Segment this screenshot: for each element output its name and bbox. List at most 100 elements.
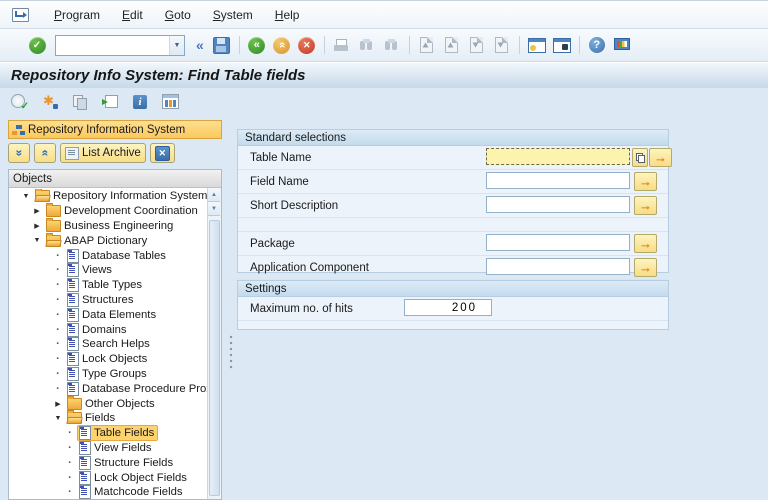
tree-item[interactable]: · Structure Fields [9, 455, 207, 470]
tree-item[interactable]: · Structures [9, 292, 207, 308]
tree-item-content[interactable]: Repository Information System [34, 189, 207, 203]
tree-item[interactable]: ▼ Repository Information System [9, 189, 207, 204]
tree-item-content[interactable]: Data Elements [66, 307, 159, 322]
tree-item[interactable]: ▶ Development Coordination [9, 203, 207, 219]
collapse-node-icon[interactable]: ▼ [53, 415, 63, 422]
tree-item-content[interactable]: Lock Object Fields [78, 470, 190, 485]
tree-item-content[interactable]: Structure Fields [78, 455, 176, 470]
tree-item[interactable]: ▼ Fields [9, 410, 207, 426]
menu-program[interactable]: Program [43, 8, 111, 22]
get-variant-button[interactable] [39, 90, 61, 114]
cancel-button[interactable] [296, 33, 318, 57]
tree-item-content[interactable]: Domains [66, 322, 130, 337]
short-description-input[interactable] [486, 196, 630, 213]
multiple-selection-button[interactable]: → [634, 258, 657, 277]
panel-header[interactable]: Repository Information System [8, 120, 222, 139]
max-hits-input[interactable] [404, 299, 492, 316]
tree-item[interactable]: · Data Elements [9, 307, 207, 322]
tree-scrollbar[interactable]: ▲ ▼ [207, 188, 221, 499]
tree-item[interactable]: ▶ Other Objects [9, 395, 207, 411]
table-name-input[interactable] [486, 148, 630, 165]
customize-layout-button[interactable] [611, 33, 633, 57]
tree-item-content[interactable]: Structures [66, 292, 136, 307]
tree-item[interactable]: · Lock Objects [9, 352, 207, 367]
display-frame-button[interactable] [99, 90, 121, 114]
enter-button[interactable] [26, 33, 48, 57]
exit-button[interactable] [271, 33, 293, 57]
field-name-input[interactable] [486, 172, 630, 189]
next-page-button[interactable] [466, 33, 488, 57]
tree-item-content[interactable]: Type Groups [66, 366, 150, 381]
print-button[interactable] [331, 33, 353, 57]
tree-item-content[interactable]: Database Tables [66, 248, 169, 263]
save-button[interactable] [211, 33, 233, 57]
tree-item-content[interactable]: Development Coordination [45, 203, 201, 218]
tree-item-content[interactable]: Business Engineering [45, 217, 176, 232]
menu-goto[interactable]: Goto [154, 8, 202, 22]
tree-item[interactable]: · Search Helps [9, 337, 207, 352]
table-columns-button[interactable] [159, 90, 181, 114]
execute-button[interactable] [9, 90, 31, 114]
last-page-button[interactable] [491, 33, 513, 57]
new-session-button[interactable] [526, 33, 548, 57]
expand-all-button[interactable] [8, 143, 30, 163]
package-input[interactable] [486, 234, 630, 251]
tree-item[interactable]: · View Fields [9, 440, 207, 456]
command-dropdown-icon[interactable]: ▼ [169, 35, 184, 55]
tree-item[interactable]: · Domains [9, 322, 207, 337]
tree-item[interactable]: · Views [9, 263, 207, 278]
create-shortcut-button[interactable] [551, 33, 573, 57]
application-component-input[interactable] [486, 258, 630, 275]
expand-node-icon[interactable]: ▶ [53, 400, 63, 408]
collapse-command-icon[interactable]: « [192, 37, 208, 53]
tree-item-content[interactable]: Lock Objects [66, 352, 150, 367]
first-page-button[interactable] [416, 33, 438, 57]
tree-item[interactable]: · Table Fields [9, 425, 207, 442]
scroll-thumb[interactable] [209, 220, 220, 496]
tree-item-content[interactable]: ABAP Dictionary [45, 232, 150, 247]
tree-item[interactable]: ▼ ABAP Dictionary [9, 232, 207, 248]
tree-item[interactable]: · Type Groups [9, 366, 207, 382]
prev-page-button[interactable] [441, 33, 463, 57]
list-archive-button[interactable]: List Archive [60, 143, 146, 163]
splitter-handle[interactable] [229, 334, 233, 370]
tree-item-content[interactable]: Table Types [66, 278, 145, 293]
multiple-selection-button[interactable]: → [649, 148, 672, 167]
tree-item-content[interactable]: Search Helps [66, 337, 153, 352]
tree-item-content[interactable]: Other Objects [66, 395, 158, 410]
tree-item-content[interactable]: Views [66, 263, 115, 278]
tree-item[interactable]: · Table Types [9, 278, 207, 293]
collapse-node-icon[interactable]: ▼ [21, 193, 31, 200]
tree-item-content[interactable]: Database Procedure Proxies [66, 381, 207, 396]
tree-item-content[interactable]: Table Fields [76, 425, 159, 442]
collapse-node-icon[interactable]: ▼ [32, 237, 42, 244]
tree-item-content[interactable]: Matchcode Fields [78, 485, 186, 499]
multiple-selection-button[interactable]: → [634, 172, 657, 191]
panel-splitter[interactable] [227, 120, 235, 500]
menu-system[interactable]: System [202, 8, 264, 22]
find-next-button[interactable] [381, 33, 403, 57]
scroll-down-icon[interactable]: ▼ [208, 202, 220, 216]
tree-item[interactable]: · Lock Object Fields [9, 470, 207, 485]
tree-item[interactable]: ▶ Business Engineering [9, 217, 207, 234]
multiple-values-button[interactable] [632, 148, 648, 167]
tree-item-content[interactable]: Fields [66, 410, 118, 425]
collapse-all-button[interactable] [34, 143, 56, 163]
menu-edit[interactable]: Edit [111, 8, 154, 22]
info-button[interactable] [129, 90, 151, 114]
copy-button[interactable] [69, 90, 91, 114]
tree-item[interactable]: · Matchcode Fields [9, 485, 207, 499]
tree-item[interactable]: · Database Procedure Proxies [9, 381, 207, 396]
tree-item-content[interactable]: View Fields [78, 440, 155, 455]
command-field[interactable] [56, 36, 169, 54]
find-button[interactable] [356, 33, 378, 57]
multiple-selection-button[interactable]: → [634, 196, 657, 215]
sap-window-icon[interactable] [12, 7, 29, 22]
menu-help[interactable]: Help [264, 8, 311, 22]
expand-node-icon[interactable]: ▶ [32, 207, 42, 215]
help-button[interactable] [586, 33, 608, 57]
back-button[interactable] [246, 33, 268, 57]
expand-node-icon[interactable]: ▶ [32, 222, 42, 230]
scroll-up-icon[interactable]: ▲ [208, 188, 220, 202]
tree-item[interactable]: · Database Tables [9, 248, 207, 263]
